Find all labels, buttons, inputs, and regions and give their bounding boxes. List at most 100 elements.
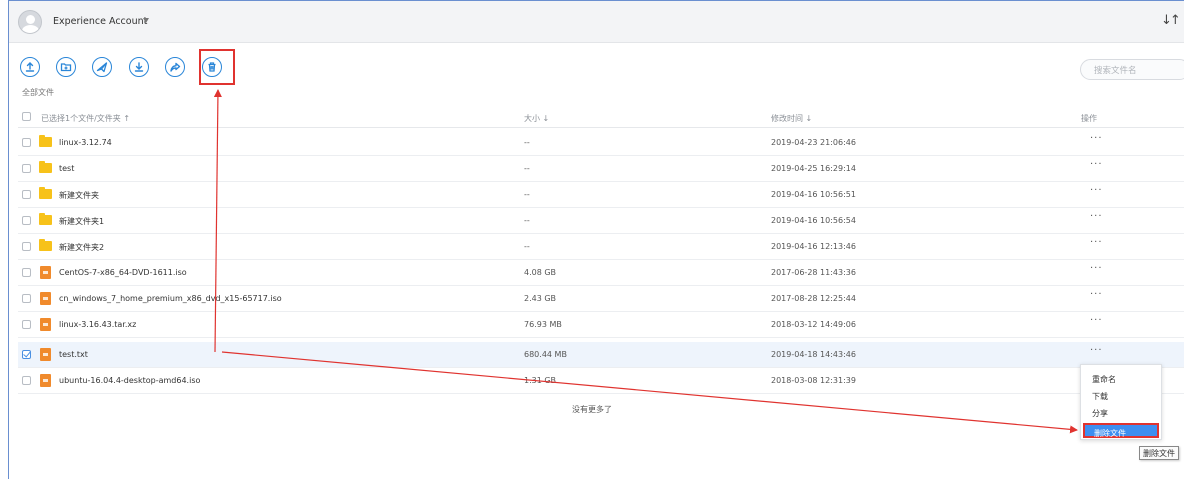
file-name[interactable]: linux-3.16.43.tar.xz — [59, 320, 136, 329]
file-modified: 2019-04-16 10:56:54 — [771, 216, 856, 225]
more-options-icon[interactable]: ··· — [1090, 159, 1103, 170]
row-checkbox[interactable] — [22, 376, 31, 385]
file-icon — [40, 292, 51, 305]
file-icon — [40, 374, 51, 387]
table-row[interactable]: ubuntu-16.04.4-desktop-amd64.iso 1.31 GB… — [18, 368, 1184, 394]
new-folder-icon — [60, 63, 72, 72]
file-size: 1.31 GB — [524, 376, 557, 385]
folder-icon — [39, 213, 52, 225]
file-size: 76.93 MB — [524, 320, 562, 329]
breadcrumb[interactable]: 全部文件 — [22, 87, 54, 98]
file-name[interactable]: test — [59, 164, 74, 173]
table-row-selected[interactable]: test.txt 680.44 MB 2019-04-18 14:43:46 ·… — [18, 342, 1184, 368]
row-checkbox[interactable] — [22, 242, 31, 251]
file-icon — [40, 266, 51, 279]
menu-item-share[interactable]: 分享 — [1092, 408, 1108, 419]
header-name[interactable]: 已选择1个文件/文件夹 ↑ — [41, 113, 130, 124]
file-size: -- — [524, 164, 530, 173]
table-row[interactable]: cn_windows_7_home_premium_x86_dvd_x15-65… — [18, 286, 1184, 312]
file-size: -- — [524, 190, 530, 199]
more-options-icon[interactable]: ··· — [1090, 237, 1103, 248]
file-modified: 2019-04-16 10:56:51 — [771, 190, 856, 199]
upload-button[interactable] — [20, 57, 40, 77]
avatar-head — [26, 15, 35, 24]
file-modified: 2018-03-12 14:49:06 — [771, 320, 856, 329]
file-size: -- — [524, 138, 530, 147]
end-of-list-label: 没有更多了 — [572, 405, 612, 414]
file-size: -- — [524, 242, 530, 251]
more-options-icon[interactable]: ··· — [1090, 289, 1103, 300]
file-name[interactable]: ubuntu-16.04.4-desktop-amd64.iso — [59, 376, 200, 385]
file-size: 680.44 MB — [524, 350, 567, 359]
account-name[interactable]: Experience Account — [53, 16, 147, 27]
row-checkbox-checked[interactable] — [22, 350, 31, 359]
table-row[interactable]: 新建文件夹 -- 2019-04-16 10:56:51 ··· — [18, 182, 1184, 208]
file-name[interactable]: CentOS-7-x86_64-DVD-1611.iso — [59, 268, 187, 277]
upload-icon — [25, 62, 35, 72]
send-icon — [96, 62, 108, 73]
header-modified[interactable]: 修改时间 ↓ — [771, 113, 812, 124]
file-name[interactable]: cn_windows_7_home_premium_x86_dvd_x15-65… — [59, 294, 282, 303]
avatar-body — [22, 25, 39, 33]
file-size: 4.08 GB — [524, 268, 557, 277]
context-menu: 重命名 下载 分享 删除文件 — [1080, 364, 1162, 440]
more-options-icon[interactable]: ··· — [1090, 185, 1103, 196]
more-options-icon[interactable]: ··· — [1090, 345, 1103, 356]
row-checkbox[interactable] — [22, 216, 31, 225]
file-modified: 2019-04-25 16:29:14 — [771, 164, 856, 173]
new-folder-button[interactable] — [56, 57, 76, 77]
row-checkbox[interactable] — [22, 268, 31, 277]
select-all-checkbox[interactable] — [22, 112, 31, 121]
more-options-icon[interactable]: ··· — [1090, 263, 1103, 274]
download-icon — [134, 62, 144, 72]
menu-item-delete[interactable]: 删除文件 — [1083, 423, 1159, 438]
header-size[interactable]: 大小 ↓ — [524, 113, 549, 124]
file-name[interactable]: 新建文件夹1 — [59, 216, 104, 227]
more-options-icon[interactable]: ··· — [1090, 133, 1103, 144]
file-size: 2.43 GB — [524, 294, 557, 303]
row-checkbox[interactable] — [22, 164, 31, 173]
table-row[interactable]: linux-3.12.74 -- 2019-04-23 21:06:46 ··· — [18, 130, 1184, 156]
file-modified: 2017-08-28 12:25:44 — [771, 294, 856, 303]
file-size: -- — [524, 216, 530, 225]
share-button[interactable] — [165, 57, 185, 77]
file-name[interactable]: test.txt — [59, 350, 88, 359]
table-header: 已选择1个文件/文件夹 ↑ 大小 ↓ 修改时间 ↓ 操作 — [18, 104, 1184, 128]
tooltip: 删除文件 — [1139, 446, 1179, 460]
folder-icon — [39, 239, 52, 251]
menu-item-download[interactable]: 下载 — [1092, 391, 1108, 402]
table-row[interactable]: 新建文件夹1 -- 2019-04-16 10:56:54 ··· — [18, 208, 1184, 234]
table-row[interactable]: test -- 2019-04-25 16:29:14 ··· — [18, 156, 1184, 182]
row-checkbox[interactable] — [22, 190, 31, 199]
table-row[interactable]: CentOS-7-x86_64-DVD-1611.iso 4.08 GB 201… — [18, 260, 1184, 286]
row-checkbox[interactable] — [22, 138, 31, 147]
folder-icon — [39, 161, 52, 173]
more-options-icon[interactable]: ··· — [1090, 211, 1103, 222]
file-name[interactable]: linux-3.12.74 — [59, 138, 112, 147]
row-checkbox[interactable] — [22, 294, 31, 303]
file-modified: 2019-04-23 21:06:46 — [771, 138, 856, 147]
file-modified: 2019-04-16 12:13:46 — [771, 242, 856, 251]
folder-icon — [39, 187, 52, 199]
file-modified: 2017-06-28 11:43:36 — [771, 268, 856, 277]
download-button[interactable] — [129, 57, 149, 77]
folder-icon — [39, 135, 52, 147]
sort-icon[interactable]: ↓↑ — [1161, 13, 1181, 28]
delete-button-highlight — [199, 49, 235, 85]
file-modified: 2018-03-08 12:31:39 — [771, 376, 856, 385]
row-checkbox[interactable] — [22, 320, 31, 329]
share-icon — [170, 62, 181, 72]
header-bar: Experience Account ↓↑ — [9, 1, 1184, 43]
table-row[interactable]: 新建文件夹2 -- 2019-04-16 12:13:46 ··· — [18, 234, 1184, 260]
send-button[interactable] — [92, 57, 112, 77]
file-name[interactable]: 新建文件夹2 — [59, 242, 104, 253]
file-name[interactable]: 新建文件夹 — [59, 190, 99, 201]
more-options-icon[interactable]: ··· — [1090, 315, 1103, 326]
file-icon — [40, 348, 51, 361]
search-input[interactable]: 搜索文件名 — [1080, 59, 1184, 80]
account-dropdown-icon[interactable] — [143, 18, 149, 23]
table-row[interactable]: linux-3.16.43.tar.xz 76.93 MB 2018-03-12… — [18, 312, 1184, 338]
avatar[interactable] — [18, 10, 42, 34]
menu-item-rename[interactable]: 重命名 — [1092, 374, 1116, 385]
file-icon — [40, 318, 51, 331]
